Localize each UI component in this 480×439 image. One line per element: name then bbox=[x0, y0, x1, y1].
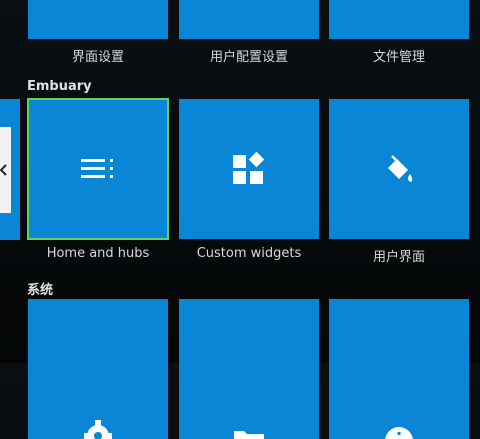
scroll-left-button[interactable] bbox=[0, 127, 11, 213]
tile-custom-widgets[interactable] bbox=[179, 99, 319, 239]
gear-icon bbox=[81, 419, 115, 439]
tile-user-interface[interactable] bbox=[329, 99, 469, 239]
info-icon bbox=[383, 425, 415, 439]
tile-label-home-and-hubs: Home and hubs bbox=[46, 246, 150, 261]
section-title-system: 系统 bbox=[27, 283, 54, 298]
section-title-embuary: Embuary bbox=[27, 79, 92, 94]
tile-label-custom-widgets: Custom widgets bbox=[196, 246, 302, 261]
tile-label-user-interface: 用户界面 bbox=[372, 250, 425, 265]
tile-label-file-manager: 文件管理 bbox=[372, 50, 425, 65]
tile-label-interface-settings: 界面设置 bbox=[71, 50, 124, 65]
widgets-icon bbox=[232, 152, 266, 186]
tile-interface-settings[interactable] bbox=[28, 0, 168, 39]
chevron-left-icon bbox=[0, 163, 8, 177]
tile-system-info[interactable] bbox=[329, 299, 469, 439]
paint-bucket-icon bbox=[382, 152, 416, 186]
tile-system-settings[interactable] bbox=[28, 299, 168, 439]
tile-home-and-hubs[interactable] bbox=[27, 98, 169, 240]
folder-icon bbox=[232, 425, 266, 439]
tile-profile-settings[interactable] bbox=[179, 0, 319, 39]
tile-file-browser[interactable] bbox=[179, 299, 319, 439]
tile-file-manager[interactable] bbox=[329, 0, 469, 39]
tile-label-profile-settings: 用户配置设置 bbox=[209, 50, 288, 65]
list-lines-icon bbox=[81, 157, 115, 181]
